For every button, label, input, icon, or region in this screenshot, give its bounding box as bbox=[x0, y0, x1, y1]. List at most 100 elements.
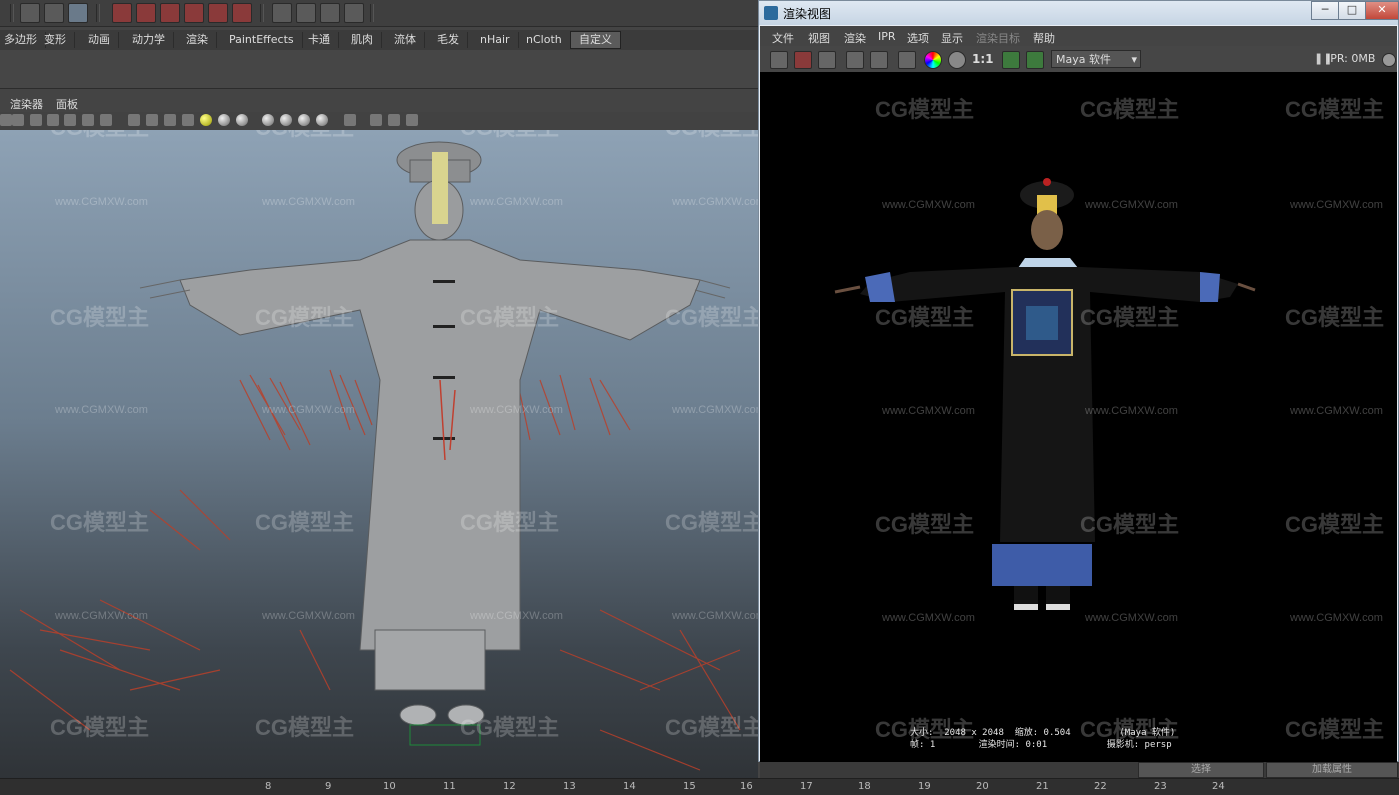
watermark-logo: CG模型主 bbox=[1080, 512, 1180, 537]
render-view-titlebar[interactable]: 渲染视图 ─ □ ✕ bbox=[759, 1, 1399, 25]
remove-image-icon[interactable] bbox=[1026, 51, 1044, 69]
time-tick: 17 bbox=[800, 781, 813, 792]
shelf-tab-fluids[interactable]: 流体 bbox=[386, 32, 425, 48]
wireframe-on-shaded-icon[interactable] bbox=[164, 114, 176, 126]
resolution-gate-icon[interactable] bbox=[82, 114, 94, 126]
snapshot-icon[interactable] bbox=[818, 51, 836, 69]
load-attributes-button[interactable]: 加载属性 bbox=[1266, 762, 1398, 778]
panel-menu-bar: 渲染器 面板 bbox=[0, 94, 760, 112]
rgb-channel-icon[interactable] bbox=[924, 51, 942, 69]
all-lights-icon[interactable] bbox=[218, 114, 230, 126]
time-slider[interactable]: 8 9 10 11 12 13 14 15 16 17 18 19 20 21 … bbox=[0, 778, 1399, 795]
watermark-logo: CG模型主 bbox=[665, 305, 758, 330]
menu-render[interactable]: 渲染 bbox=[844, 30, 866, 46]
shelf-tab-ncloth[interactable]: nCloth bbox=[518, 32, 571, 48]
select-button[interactable]: 选择 bbox=[1138, 762, 1264, 778]
make-live-icon[interactable] bbox=[208, 3, 228, 23]
watermark-logo: CG模型主 bbox=[50, 305, 150, 330]
shelf-tab-fur[interactable]: 毛发 bbox=[429, 32, 468, 48]
menu-render-target[interactable]: 渲染目标 bbox=[976, 30, 1020, 46]
shelf-tab-animation[interactable]: 动画 bbox=[80, 32, 119, 48]
ipr-render-icon[interactable] bbox=[320, 3, 340, 23]
watermark-logo: CG模型主 bbox=[875, 97, 975, 122]
watermark-logo: CG模型主 bbox=[1285, 512, 1385, 537]
snap-view-plane-icon[interactable] bbox=[184, 3, 204, 23]
time-tick: 9 bbox=[325, 781, 332, 792]
keep-image-icon[interactable] bbox=[1002, 51, 1020, 69]
watermark-url: www.CGMXW.com bbox=[470, 610, 563, 622]
refresh-ipr-icon[interactable] bbox=[870, 51, 888, 69]
hud-icon[interactable] bbox=[344, 114, 356, 126]
two-sided-icon[interactable] bbox=[370, 114, 382, 126]
select-object-icon[interactable] bbox=[44, 3, 64, 23]
real-size-button[interactable]: 1:1 bbox=[972, 52, 994, 66]
share-icon[interactable] bbox=[406, 114, 418, 126]
bookmark-icon[interactable] bbox=[30, 114, 42, 126]
watermark-logo: CG模型主 bbox=[1285, 97, 1385, 122]
render-view-toolbar: 1:1 Maya 软件 ▾ ❚❚ IPR: 0MB bbox=[760, 46, 1397, 73]
snap-curve-icon[interactable] bbox=[136, 3, 156, 23]
maya-app-icon bbox=[764, 6, 778, 20]
watermark-url: www.CGMXW.com bbox=[882, 405, 975, 417]
shadows-icon[interactable] bbox=[236, 114, 248, 126]
render-info-size: 大小: 2048 x 2048 缩放: 0.504 (Maya 软件) bbox=[910, 728, 1176, 738]
menu-ipr[interactable]: IPR bbox=[878, 30, 896, 43]
watermark-logo: CG模型主 bbox=[255, 715, 355, 740]
shelf-tab-custom[interactable]: 自定义 bbox=[570, 31, 621, 49]
image-plane-icon[interactable] bbox=[64, 114, 76, 126]
snap-point-icon[interactable] bbox=[160, 3, 180, 23]
ipr-icon[interactable] bbox=[846, 51, 864, 69]
render-view-icon[interactable] bbox=[272, 3, 292, 23]
shelf-tab-nhair[interactable]: nHair bbox=[472, 32, 519, 48]
watermark-logo: CG模型主 bbox=[50, 130, 149, 142]
shelf-tab-dynamics[interactable]: 动力学 bbox=[124, 32, 174, 48]
watermark-logo: CG模型主 bbox=[875, 305, 975, 330]
smooth-shade-icon[interactable] bbox=[146, 114, 158, 126]
xray-components-icon[interactable] bbox=[316, 114, 328, 126]
magnet-icon[interactable] bbox=[232, 3, 252, 23]
shelf-tab-toon[interactable]: 卡通 bbox=[300, 32, 339, 48]
watermark-url: www.CGMXW.com bbox=[55, 610, 148, 622]
menu-display[interactable]: 显示 bbox=[941, 30, 963, 46]
panel-menu-renderer[interactable]: 渲染器 bbox=[10, 96, 43, 112]
menu-view[interactable]: 视图 bbox=[808, 30, 830, 46]
menu-file[interactable]: 文件 bbox=[772, 30, 794, 46]
snap-grid-icon[interactable] bbox=[112, 3, 132, 23]
menu-help[interactable]: 帮助 bbox=[1033, 30, 1055, 46]
time-tick: 10 bbox=[383, 781, 396, 792]
render-settings-icon[interactable] bbox=[344, 3, 364, 23]
watermark-logo: CG模型主 bbox=[460, 510, 560, 535]
grid-icon[interactable] bbox=[47, 114, 59, 126]
default-light-icon[interactable] bbox=[200, 114, 212, 126]
select-hierarchy-icon[interactable] bbox=[20, 3, 40, 23]
close-button[interactable]: ✕ bbox=[1365, 1, 1399, 20]
shelf-tab-muscle[interactable]: 肌肉 bbox=[343, 32, 382, 48]
watermark-logo: CG模型主 bbox=[255, 510, 355, 535]
shelf-tab-deform[interactable]: 变形 bbox=[36, 32, 75, 48]
film-gate-icon[interactable] bbox=[12, 114, 24, 126]
select-component-icon[interactable] bbox=[68, 3, 88, 23]
shelf-tab-painteffects[interactable]: PaintEffects bbox=[221, 32, 303, 48]
render-region-icon[interactable] bbox=[794, 51, 812, 69]
minimize-button[interactable]: ─ bbox=[1311, 1, 1339, 20]
backface-icon[interactable] bbox=[388, 114, 400, 126]
render-canvas[interactable]: CG模型主 CG模型主 CG模型主 www.CGMXW.com www.CGMX… bbox=[760, 72, 1397, 762]
textured-icon[interactable] bbox=[182, 114, 194, 126]
redo-render-icon[interactable] bbox=[770, 51, 788, 69]
alpha-channel-icon[interactable] bbox=[948, 51, 966, 69]
menu-options[interactable]: 选项 bbox=[907, 30, 929, 46]
channels-icon[interactable] bbox=[898, 51, 916, 69]
toolbar-separator bbox=[370, 4, 374, 22]
isolate-select-icon[interactable] bbox=[262, 114, 274, 126]
xray-joints-icon[interactable] bbox=[298, 114, 310, 126]
maximize-button[interactable]: □ bbox=[1338, 1, 1366, 20]
renderer-dropdown[interactable]: Maya 软件 ▾ bbox=[1051, 50, 1141, 68]
render-frame-icon[interactable] bbox=[296, 3, 316, 23]
wireframe-icon[interactable] bbox=[128, 114, 140, 126]
shelf-tab-rendering[interactable]: 渲染 bbox=[178, 32, 217, 48]
camera-attributes-icon[interactable] bbox=[0, 114, 12, 126]
xray-icon[interactable] bbox=[280, 114, 292, 126]
panel-menu-panels[interactable]: 面板 bbox=[56, 96, 78, 112]
persp-viewport[interactable]: CG模型主 CG模型主 CG模型主 CG模型主 www.CGMXW.com ww… bbox=[0, 130, 758, 780]
text-overlay-icon[interactable] bbox=[100, 114, 112, 126]
